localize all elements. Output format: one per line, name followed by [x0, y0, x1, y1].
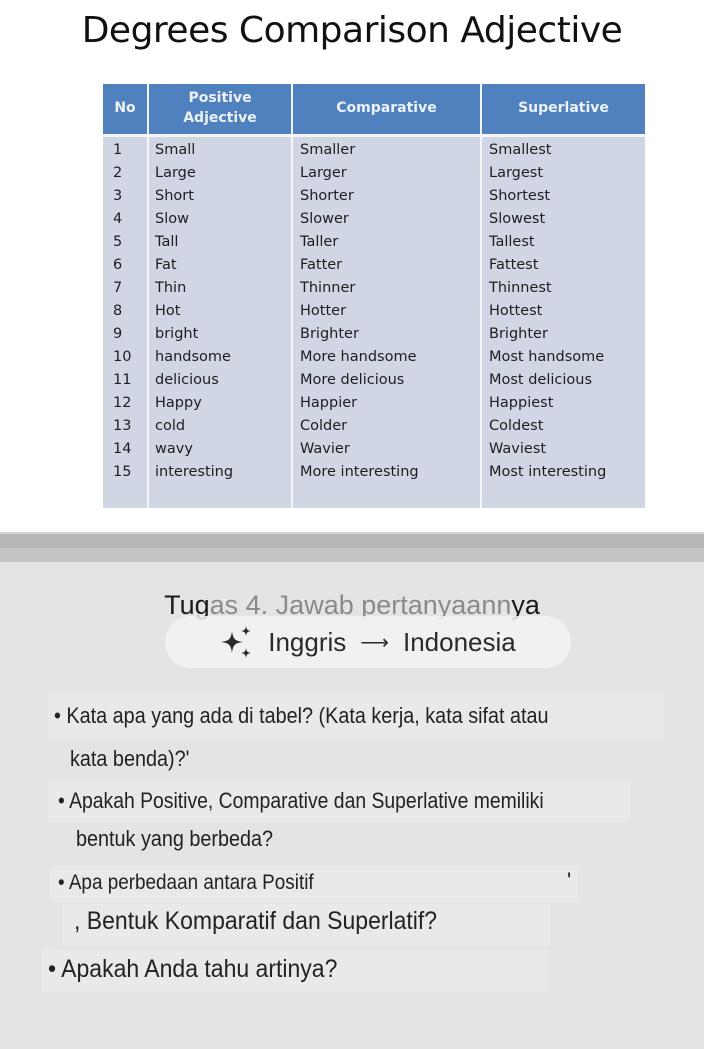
- table-row: 11 delicious More delicious Most delicious: [103, 372, 645, 394]
- question-1-line-2: kata benda)?': [70, 746, 190, 771]
- question-2-line-2: bentuk yang berbeda?: [76, 826, 274, 851]
- target-language: Indonesia: [402, 626, 516, 657]
- question-3-line-1: • Apa perbedaan antara Positif: [58, 871, 314, 894]
- table-row: 12 Happy Happier Happiest: [103, 395, 645, 417]
- cell-positive: Tall: [155, 234, 179, 250]
- header-divider: [103, 134, 645, 137]
- header-comparative: Comparative: [336, 100, 437, 117]
- cell-superlative: Most handsome: [489, 349, 605, 365]
- table-row: 4 Slow Slower Slowest: [103, 211, 645, 233]
- page-separator: [0, 532, 704, 548]
- table-row: 5 Tall Taller Tallest: [103, 234, 645, 256]
- table-row: 8 Hot Hotter Hottest: [103, 303, 645, 325]
- cell-positive: interesting: [155, 464, 234, 480]
- cell-no: 3: [113, 188, 123, 204]
- table-row: 9 bright Brighter Brighter: [103, 326, 645, 348]
- cell-superlative: Most delicious: [489, 372, 593, 388]
- comparison-table: No Positive Adjective Comparative Superl…: [103, 84, 645, 508]
- cell-superlative: Shortest: [489, 188, 551, 204]
- cell-no: 4: [113, 211, 123, 227]
- cell-no: 7: [113, 280, 123, 296]
- table-row: 6 Fat Fatter Fattest: [103, 257, 645, 279]
- cell-superlative: Largest: [489, 165, 544, 181]
- cell-no: 2: [113, 165, 123, 181]
- cell-positive: Happy: [155, 395, 202, 411]
- header-no: No: [114, 100, 136, 117]
- cell-comparative: More interesting: [300, 464, 419, 480]
- cell-comparative: Taller: [300, 234, 339, 250]
- cell-positive: Short: [155, 188, 194, 204]
- cell-comparative: Slower: [300, 211, 349, 227]
- table-row: 10 handsome More handsome Most handsome: [103, 349, 645, 371]
- cell-positive: Fat: [155, 257, 177, 273]
- page-separator-shadow: [0, 548, 704, 562]
- cell-positive: Thin: [155, 280, 187, 296]
- slide-image: Degrees Comparison Adjective No Positive…: [0, 0, 704, 532]
- cell-superlative: Fattest: [489, 257, 539, 273]
- table-row: 14 wavy Wavier Waviest: [103, 441, 645, 463]
- cell-no: 13: [113, 418, 132, 434]
- cell-comparative: Shorter: [300, 188, 354, 204]
- cell-no: 11: [113, 372, 132, 388]
- cell-no: 10: [113, 349, 132, 365]
- cell-no: 14: [113, 441, 132, 457]
- cell-comparative: Fatter: [300, 257, 343, 273]
- translate-chip[interactable]: Inggris ⟶ Indonesia: [165, 616, 571, 668]
- cell-superlative: Waviest: [489, 441, 547, 457]
- cell-superlative: Coldest: [489, 418, 544, 434]
- cell-superlative: Thinnest: [489, 280, 552, 296]
- cell-superlative: Slowest: [489, 211, 546, 227]
- cell-comparative: Happier: [300, 395, 358, 411]
- cell-comparative: More handsome: [300, 349, 417, 365]
- cell-no: 8: [113, 303, 123, 319]
- question-1-line-1: • Kata apa yang ada di tabel? (Kata kerj…: [54, 703, 549, 728]
- cell-no: 9: [113, 326, 123, 342]
- question-2-line-1: • Apakah Positive, Comparative dan Super…: [58, 788, 544, 813]
- cell-positive: Large: [155, 165, 196, 181]
- cell-no: 1: [113, 142, 123, 158]
- cell-positive: Hot: [155, 303, 181, 319]
- cell-positive: handsome: [155, 349, 231, 365]
- cell-no: 15: [113, 464, 132, 480]
- question-3-stray-mark: ': [567, 868, 572, 893]
- table-row: 2 Large Larger Largest: [103, 165, 645, 187]
- cell-positive: cold: [155, 418, 186, 434]
- table-row: 15 interesting More interesting Most intere…: [103, 464, 645, 486]
- cell-superlative: Brighter: [489, 326, 548, 342]
- cell-superlative: Hottest: [489, 303, 543, 319]
- table-row: 3 Short Shorter Shortest: [103, 188, 645, 210]
- cell-no: 12: [113, 395, 132, 411]
- cell-positive: wavy: [155, 441, 193, 457]
- source-language: Inggris: [268, 626, 347, 657]
- cell-positive: Small: [155, 142, 196, 158]
- table-row: 7 Thin Thinner Thinnest: [103, 280, 645, 302]
- header-superlative: Superlative: [518, 100, 609, 117]
- cell-no: 5: [113, 234, 123, 250]
- cell-superlative: Most interesting: [489, 464, 607, 480]
- cell-comparative: Colder: [300, 418, 348, 434]
- header-positive: Positive Adjective: [183, 90, 257, 126]
- cell-comparative: More delicious: [300, 372, 405, 388]
- cell-no: 6: [113, 257, 123, 273]
- arrow-right-icon: ⟶: [360, 631, 389, 654]
- page-title: Degrees Comparison Adjective: [81, 10, 623, 51]
- cell-positive: bright: [155, 326, 199, 342]
- sparkle-icon: [221, 626, 252, 658]
- table-row: 1 Small Smaller Smallest: [103, 142, 645, 164]
- cell-comparative: Brighter: [300, 326, 359, 342]
- question-3-line-2: , Bentuk Komparatif dan Superlatif?: [74, 907, 438, 935]
- question-4-line-1: • Apakah Anda tahu artinya?: [48, 955, 338, 983]
- cell-superlative: Smallest: [489, 142, 552, 158]
- cell-comparative: Smaller: [300, 142, 356, 158]
- cell-comparative: Wavier: [300, 441, 350, 457]
- cell-superlative: Tallest: [489, 234, 535, 250]
- table-row: 13 cold Colder Coldest: [103, 418, 645, 440]
- cell-superlative: Happiest: [489, 395, 554, 411]
- cell-comparative: Thinner: [300, 280, 356, 296]
- cell-positive: delicious: [155, 372, 219, 388]
- cell-comparative: Larger: [300, 165, 347, 181]
- cell-positive: Slow: [155, 211, 189, 227]
- cell-comparative: Hotter: [300, 303, 347, 319]
